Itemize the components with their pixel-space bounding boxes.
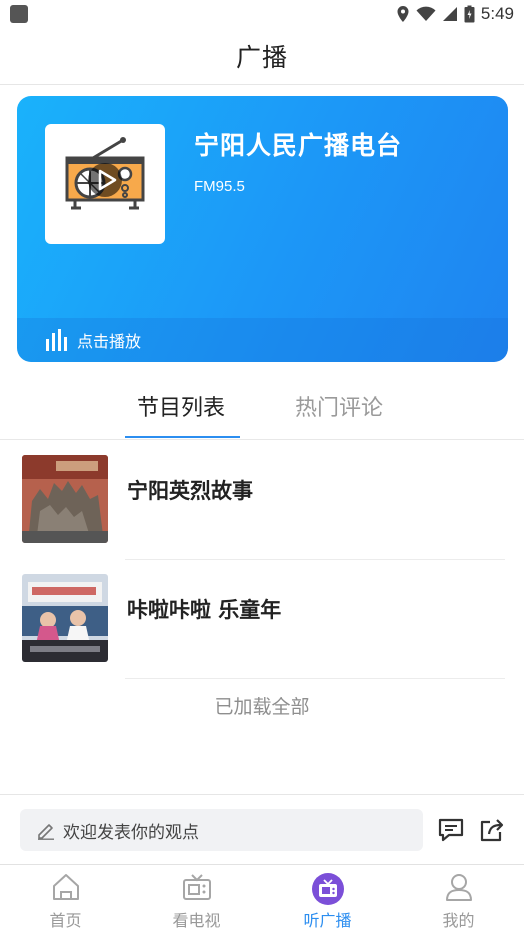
nav-home-label: 首页 bbox=[49, 911, 82, 930]
martyrs-statue-image bbox=[22, 455, 108, 543]
station-card[interactable]: 宁阳人民广播电台 FM95.5 点击播放 bbox=[17, 96, 508, 362]
station-cover bbox=[45, 124, 165, 244]
program-item[interactable]: 咔啦咔啦 乐童年 bbox=[0, 560, 524, 679]
nav-profile-label: 我的 bbox=[442, 911, 475, 930]
nav-home[interactable]: 首页 bbox=[0, 865, 131, 932]
studio-kids-image bbox=[22, 574, 108, 662]
program-title: 宁阳英烈故事 bbox=[127, 479, 253, 503]
comment-bar: 欢迎发表你的观点 bbox=[0, 794, 524, 864]
cell-signal-icon bbox=[442, 7, 457, 21]
home-icon bbox=[52, 874, 79, 900]
nav-radio-label: 听广播 bbox=[303, 911, 352, 930]
program-item[interactable]: 宁阳英烈故事 bbox=[0, 441, 524, 560]
play-label: 点击播放 bbox=[77, 332, 142, 351]
page-title: 广播 bbox=[235, 43, 288, 72]
nav-tv-label: 看电视 bbox=[172, 911, 221, 930]
list-end-text: 已加载全部 bbox=[214, 696, 310, 718]
notification-icon bbox=[10, 5, 28, 23]
program-title: 咔啦咔啦 乐童年 bbox=[127, 598, 282, 622]
radio-screen: 5:49 广播 宁阳人民广播电台 FM95.5 点击播放 节目列表 热门评论 宁… bbox=[0, 0, 524, 932]
program-thumbnail bbox=[22, 574, 108, 662]
tab-bar: 节目列表 热门评论 bbox=[0, 380, 524, 440]
tab-hot-comments[interactable]: 热门评论 bbox=[295, 390, 383, 422]
status-icons: 5:49 bbox=[396, 3, 514, 25]
share-icon[interactable] bbox=[478, 817, 506, 843]
page-header: 广播 bbox=[0, 28, 524, 85]
bottom-nav: 首页 看电视 听广播 我的 bbox=[0, 864, 524, 932]
audio-bars-icon bbox=[46, 329, 67, 351]
user-icon bbox=[445, 874, 472, 901]
edit-pencil-icon bbox=[38, 824, 54, 840]
tab-active-indicator bbox=[125, 436, 240, 438]
comment-input[interactable]: 欢迎发表你的观点 bbox=[20, 809, 423, 851]
program-thumbnail bbox=[22, 455, 108, 543]
status-time: 5:49 bbox=[480, 4, 514, 23]
nav-tv[interactable]: 看电视 bbox=[131, 865, 262, 932]
list-divider bbox=[125, 678, 505, 679]
radio-icon bbox=[311, 873, 344, 905]
play-button[interactable]: 点击播放 bbox=[17, 318, 508, 362]
tab-program-list[interactable]: 节目列表 bbox=[137, 390, 225, 422]
status-bar: 5:49 bbox=[0, 0, 524, 28]
station-frequency: FM95.5 bbox=[194, 178, 245, 195]
wifi-icon bbox=[416, 6, 436, 21]
comment-placeholder: 欢迎发表你的观点 bbox=[63, 822, 199, 843]
tv-icon bbox=[182, 874, 211, 900]
radio-cover-icon bbox=[65, 137, 145, 210]
comment-icon[interactable] bbox=[437, 817, 465, 843]
nav-radio[interactable]: 听广播 bbox=[262, 865, 393, 932]
location-icon bbox=[397, 6, 409, 22]
nav-profile[interactable]: 我的 bbox=[393, 865, 524, 932]
station-name: 宁阳人民广播电台 bbox=[194, 131, 403, 160]
battery-icon bbox=[464, 5, 475, 23]
